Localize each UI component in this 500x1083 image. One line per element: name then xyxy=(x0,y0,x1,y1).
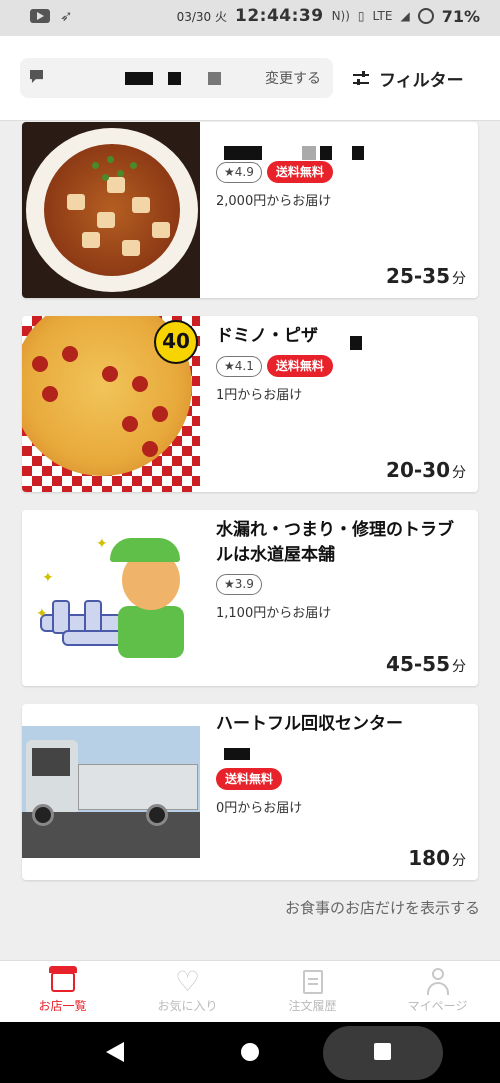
battery-level: 71% xyxy=(441,6,480,26)
shop-card[interactable]: ハートフル回収センター 送料無料 0円からお届け 180 分 xyxy=(22,704,478,880)
show-only-food-link[interactable]: お食事のお店だけを表示する xyxy=(285,897,480,918)
redacted-address xyxy=(208,72,221,85)
nav-label: マイページ xyxy=(407,999,468,1013)
free-delivery-badge: 送料無料 xyxy=(266,355,333,377)
heart-icon: ♡ xyxy=(174,965,201,998)
filter-button[interactable]: フィルター xyxy=(353,66,464,91)
min-order-text: 1円からお届け xyxy=(216,388,303,403)
nav-tab-mypage[interactable]: マイページ xyxy=(375,961,500,1023)
redacted-name xyxy=(224,748,250,760)
free-delivery-badge: 送料無料 xyxy=(266,161,333,183)
nav-label: お店一覧 xyxy=(38,999,87,1013)
location-pin-icon xyxy=(30,70,43,83)
app-header: 変更する フィルター xyxy=(0,36,500,121)
rating-badge: ★3.9 xyxy=(216,574,262,595)
change-address-link[interactable]: 変更する xyxy=(265,68,321,88)
shop-thumbnail-truck xyxy=(22,704,200,880)
nav-tab-favorites[interactable]: ♡ お気に入り xyxy=(125,961,250,1023)
min-order-text: 2,000円からお届け xyxy=(216,194,332,209)
user-icon xyxy=(425,968,451,996)
home-icon[interactable] xyxy=(241,1043,259,1061)
rocket-icon: ➶ xyxy=(60,7,73,25)
system-nav-bar xyxy=(0,1022,500,1083)
youtube-icon xyxy=(30,9,50,23)
shop-thumbnail-pizza: 40 xyxy=(22,316,200,492)
min-order-text: 0円からお届け xyxy=(216,801,303,816)
shop-name: ハートフル回収センター xyxy=(216,714,403,734)
shop-card[interactable]: ★4.9 送料無料 2,000円からお届け 25-35 分 xyxy=(22,122,478,298)
redacted-name xyxy=(320,146,332,160)
filter-sliders-icon xyxy=(353,70,369,87)
delivery-time: 20-30 分 xyxy=(386,458,466,482)
redacted-name xyxy=(352,146,364,160)
redacted-name xyxy=(224,146,262,160)
recents-icon[interactable] xyxy=(374,1043,391,1060)
shop-thumbnail-mapo-tofu xyxy=(22,122,200,298)
redacted-name xyxy=(350,336,362,350)
shop-card[interactable]: ✦ ✦ ✦ 水漏れ・つまり・修理のトラブルは水道屋本舗 ★3.9 1,100円か… xyxy=(22,510,478,686)
nfc-icon: N)) xyxy=(331,9,350,23)
nav-label: お気に入り xyxy=(157,999,218,1013)
redacted-address xyxy=(125,72,153,85)
signal-icon: ◢ xyxy=(400,9,410,23)
delivery-time: 25-35 分 xyxy=(386,264,466,288)
shop-thumbnail-plumber: ✦ ✦ ✦ xyxy=(22,510,200,686)
status-bar: ➶ 03/30 火 12:44:39 N)) ▯ LTE ◢ 71% xyxy=(0,0,500,36)
delivery-time: 180 分 xyxy=(408,846,466,870)
min-order-text: 1,100円からお届け xyxy=(216,606,332,621)
nav-tab-orders[interactable]: 注文履歴 xyxy=(250,961,375,1023)
redacted-address xyxy=(168,72,181,85)
back-icon[interactable] xyxy=(106,1042,124,1062)
shop-name: ドミノ・ピザ xyxy=(216,326,318,346)
battery-icon xyxy=(417,8,434,24)
status-time: 12:44:39 xyxy=(234,6,324,26)
thumb-badge: 40 xyxy=(154,320,198,364)
redacted-name xyxy=(302,146,316,160)
nav-tab-shops[interactable]: お店一覧 xyxy=(0,961,125,1023)
shop-name: 水漏れ・つまり・修理のトラブルは水道屋本舗 xyxy=(216,520,454,565)
nav-label: 注文履歴 xyxy=(288,999,337,1013)
rating-badge: ★4.9 xyxy=(216,161,262,183)
vibrate-icon: ▯ xyxy=(357,9,365,23)
status-date: 03/30 火 xyxy=(176,9,227,24)
delivery-time: 45-55 分 xyxy=(386,652,466,676)
address-selector[interactable]: 変更する xyxy=(20,58,333,98)
store-icon xyxy=(48,966,77,992)
bottom-nav: お店一覧 ♡ お気に入り 注文履歴 マイページ xyxy=(0,960,500,1023)
free-delivery-badge: 送料無料 xyxy=(216,768,283,790)
network-label: LTE xyxy=(372,9,393,23)
rating-badge: ★4.1 xyxy=(216,355,262,377)
receipt-icon xyxy=(302,970,323,994)
filter-label: フィルター xyxy=(379,71,464,91)
shop-card[interactable]: 40 ドミノ・ピザ ★4.1 送料無料 1円からお届け 20-30 分 xyxy=(22,316,478,492)
